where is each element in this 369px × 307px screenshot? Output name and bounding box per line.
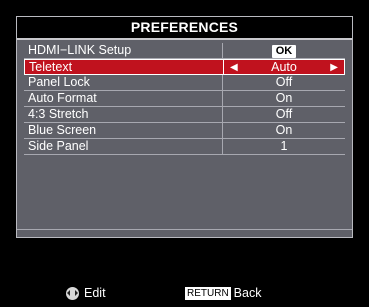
menu-item-4-3-stretch[interactable]: 4:3 Stretch Off: [24, 107, 345, 123]
menu-item-label: HDMI−LINK Setup: [24, 43, 223, 58]
preferences-menu: PREFERENCES HDMI−LINK Setup OK Teletext …: [16, 16, 353, 238]
menu-item-teletext[interactable]: Teletext ◀ Auto ▶: [24, 59, 345, 75]
menu-title: PREFERENCES: [17, 17, 352, 38]
edit-hint: Edit: [66, 286, 106, 300]
menu-item-value[interactable]: ◀ Auto ▶: [224, 60, 344, 74]
menu-item-label: Panel Lock: [24, 75, 223, 90]
edit-label: Edit: [84, 286, 106, 300]
menu-list: HDMI−LINK Setup OK Teletext ◀ Auto ▶ Pan…: [24, 43, 345, 155]
menu-item-label: 4:3 Stretch: [24, 107, 223, 122]
dpad-icon: [66, 286, 79, 300]
menu-item-value: On: [275, 123, 293, 137]
menu-item-value-text: Auto: [271, 60, 297, 74]
menu-item-blue-screen[interactable]: Blue Screen On: [24, 123, 345, 139]
right-arrow-icon[interactable]: ▶: [330, 60, 338, 75]
menu-bottom-divider: [17, 229, 352, 230]
menu-item-value[interactable]: OK: [223, 43, 345, 58]
menu-item-label: Blue Screen: [24, 123, 223, 138]
menu-item-value: 1: [280, 139, 288, 153]
menu-item-label: Teletext: [25, 60, 224, 74]
footer-hints: Edit RETURN Back: [0, 286, 369, 304]
menu-item-side-panel[interactable]: Side Panel 1: [24, 139, 345, 155]
return-key-badge: RETURN: [185, 286, 231, 300]
menu-item-hdmi-link-setup[interactable]: HDMI−LINK Setup OK: [24, 43, 345, 59]
menu-item-panel-lock[interactable]: Panel Lock Off: [24, 75, 345, 91]
left-arrow-icon[interactable]: ◀: [230, 60, 238, 75]
menu-item-value: Off: [275, 75, 293, 89]
menu-item-label: Side Panel: [24, 139, 223, 154]
title-divider: [17, 38, 352, 40]
menu-item-value: On: [275, 91, 293, 105]
back-hint: RETURN Back: [185, 286, 261, 300]
menu-item-label: Auto Format: [24, 91, 223, 106]
menu-item-auto-format[interactable]: Auto Format On: [24, 91, 345, 107]
menu-item-value: Off: [275, 107, 293, 121]
ok-button[interactable]: OK: [271, 45, 297, 58]
back-label: Back: [233, 286, 262, 300]
